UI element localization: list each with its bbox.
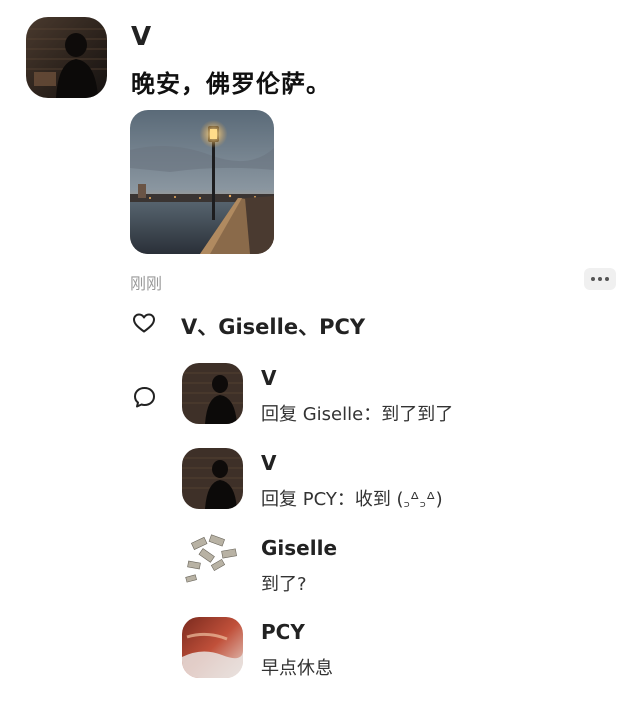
post-photo[interactable] [130,110,274,254]
comment-avatar-pcy[interactable] [182,617,243,678]
comment-text[interactable]: 回复 PCY：收到 (꜆ᐞ꜆ᐞ) [261,485,443,511]
comment-bubble-icon[interactable] [132,385,157,410]
comment-text[interactable]: 到了? [261,570,307,596]
post-timestamp: 刚刚 [130,274,163,293]
comment-author[interactable]: V [261,366,276,390]
comment-avatar-giselle[interactable] [182,532,243,593]
post-text: 晚安，佛罗伦萨。 [131,70,331,98]
comment-author[interactable]: Giselle [261,536,337,560]
author-avatar[interactable] [26,17,107,98]
likes-list[interactable]: V、Giselle、PCY [181,311,365,341]
heart-icon[interactable] [132,311,156,335]
comment-text[interactable]: 回复 Giselle：到了到了 [261,400,453,426]
comment-author[interactable]: PCY [261,620,305,644]
more-dots-icon[interactable] [584,268,616,290]
comment-avatar-v[interactable] [182,363,243,424]
comment-avatar-v[interactable] [182,448,243,509]
post-author-name[interactable]: V [131,22,151,52]
comment-text[interactable]: 早点休息 [261,654,333,680]
comment-author[interactable]: V [261,451,276,475]
